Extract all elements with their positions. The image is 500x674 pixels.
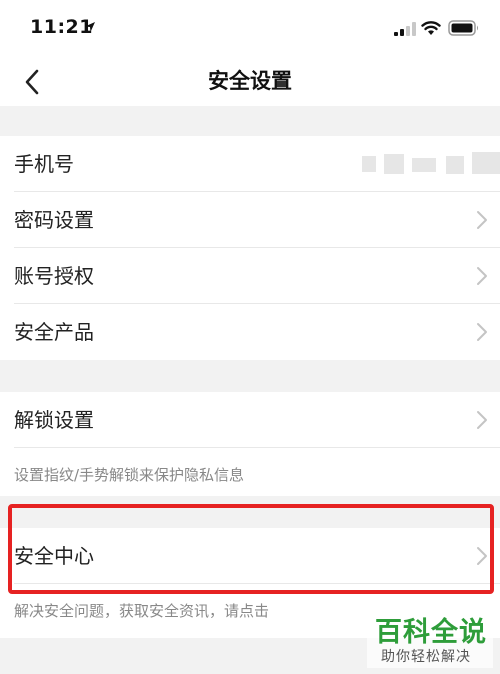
settings-row-security-center[interactable]: 安全中心 <box>0 528 500 584</box>
row-label: 账号授权 <box>14 264 94 288</box>
settings-row-account-authorization[interactable]: 账号授权 <box>0 248 500 304</box>
battery-icon <box>448 20 478 36</box>
row-label: 解锁设置 <box>14 408 94 432</box>
status-bar: 11:21 <box>0 0 500 58</box>
unlock-hint-text: 设置指纹/手势解锁来保护隐私信息 <box>14 466 245 484</box>
watermark-logo: 百科全说 助你轻松解决 <box>367 608 493 668</box>
row-label: 安全中心 <box>14 544 94 568</box>
chevron-right-icon <box>477 547 487 565</box>
watermark-subtitle: 助你轻松解决 <box>381 649 471 665</box>
chevron-right-icon <box>477 323 487 341</box>
row-divider <box>14 447 500 448</box>
security-center-hint-text: 解决安全问题，获取安全资讯，请点击 <box>14 602 270 620</box>
chevron-right-icon <box>477 267 487 285</box>
row-label: 密码设置 <box>14 208 94 232</box>
unlock-settings-group: 解锁设置 设置指纹/手势解锁来保护隐私信息 <box>0 392 500 496</box>
signal-icon <box>394 22 416 36</box>
settings-row-phone[interactable]: 手机号 <box>0 136 500 192</box>
chevron-right-icon <box>477 411 487 429</box>
row-label: 手机号 <box>14 152 74 176</box>
back-button[interactable] <box>12 62 52 102</box>
account-settings-group: 手机号 密码设置 账号授权 安全产品 <box>0 136 500 360</box>
row-divider <box>14 583 500 584</box>
settings-row-security-products[interactable]: 安全产品 <box>0 304 500 360</box>
settings-row-unlock[interactable]: 解锁设置 <box>0 392 500 448</box>
row-label: 安全产品 <box>14 320 94 344</box>
masked-phone-number <box>362 152 500 178</box>
watermark-title: 百科全说 <box>375 617 487 648</box>
wifi-icon <box>421 21 441 35</box>
chevron-right-icon <box>477 211 487 229</box>
location-arrow-icon <box>85 22 95 32</box>
back-arrow-icon <box>25 69 39 95</box>
settings-row-password[interactable]: 密码设置 <box>0 192 500 248</box>
navigation-bar: 安全设置 <box>0 58 500 106</box>
page-title: 安全设置 <box>208 69 292 93</box>
